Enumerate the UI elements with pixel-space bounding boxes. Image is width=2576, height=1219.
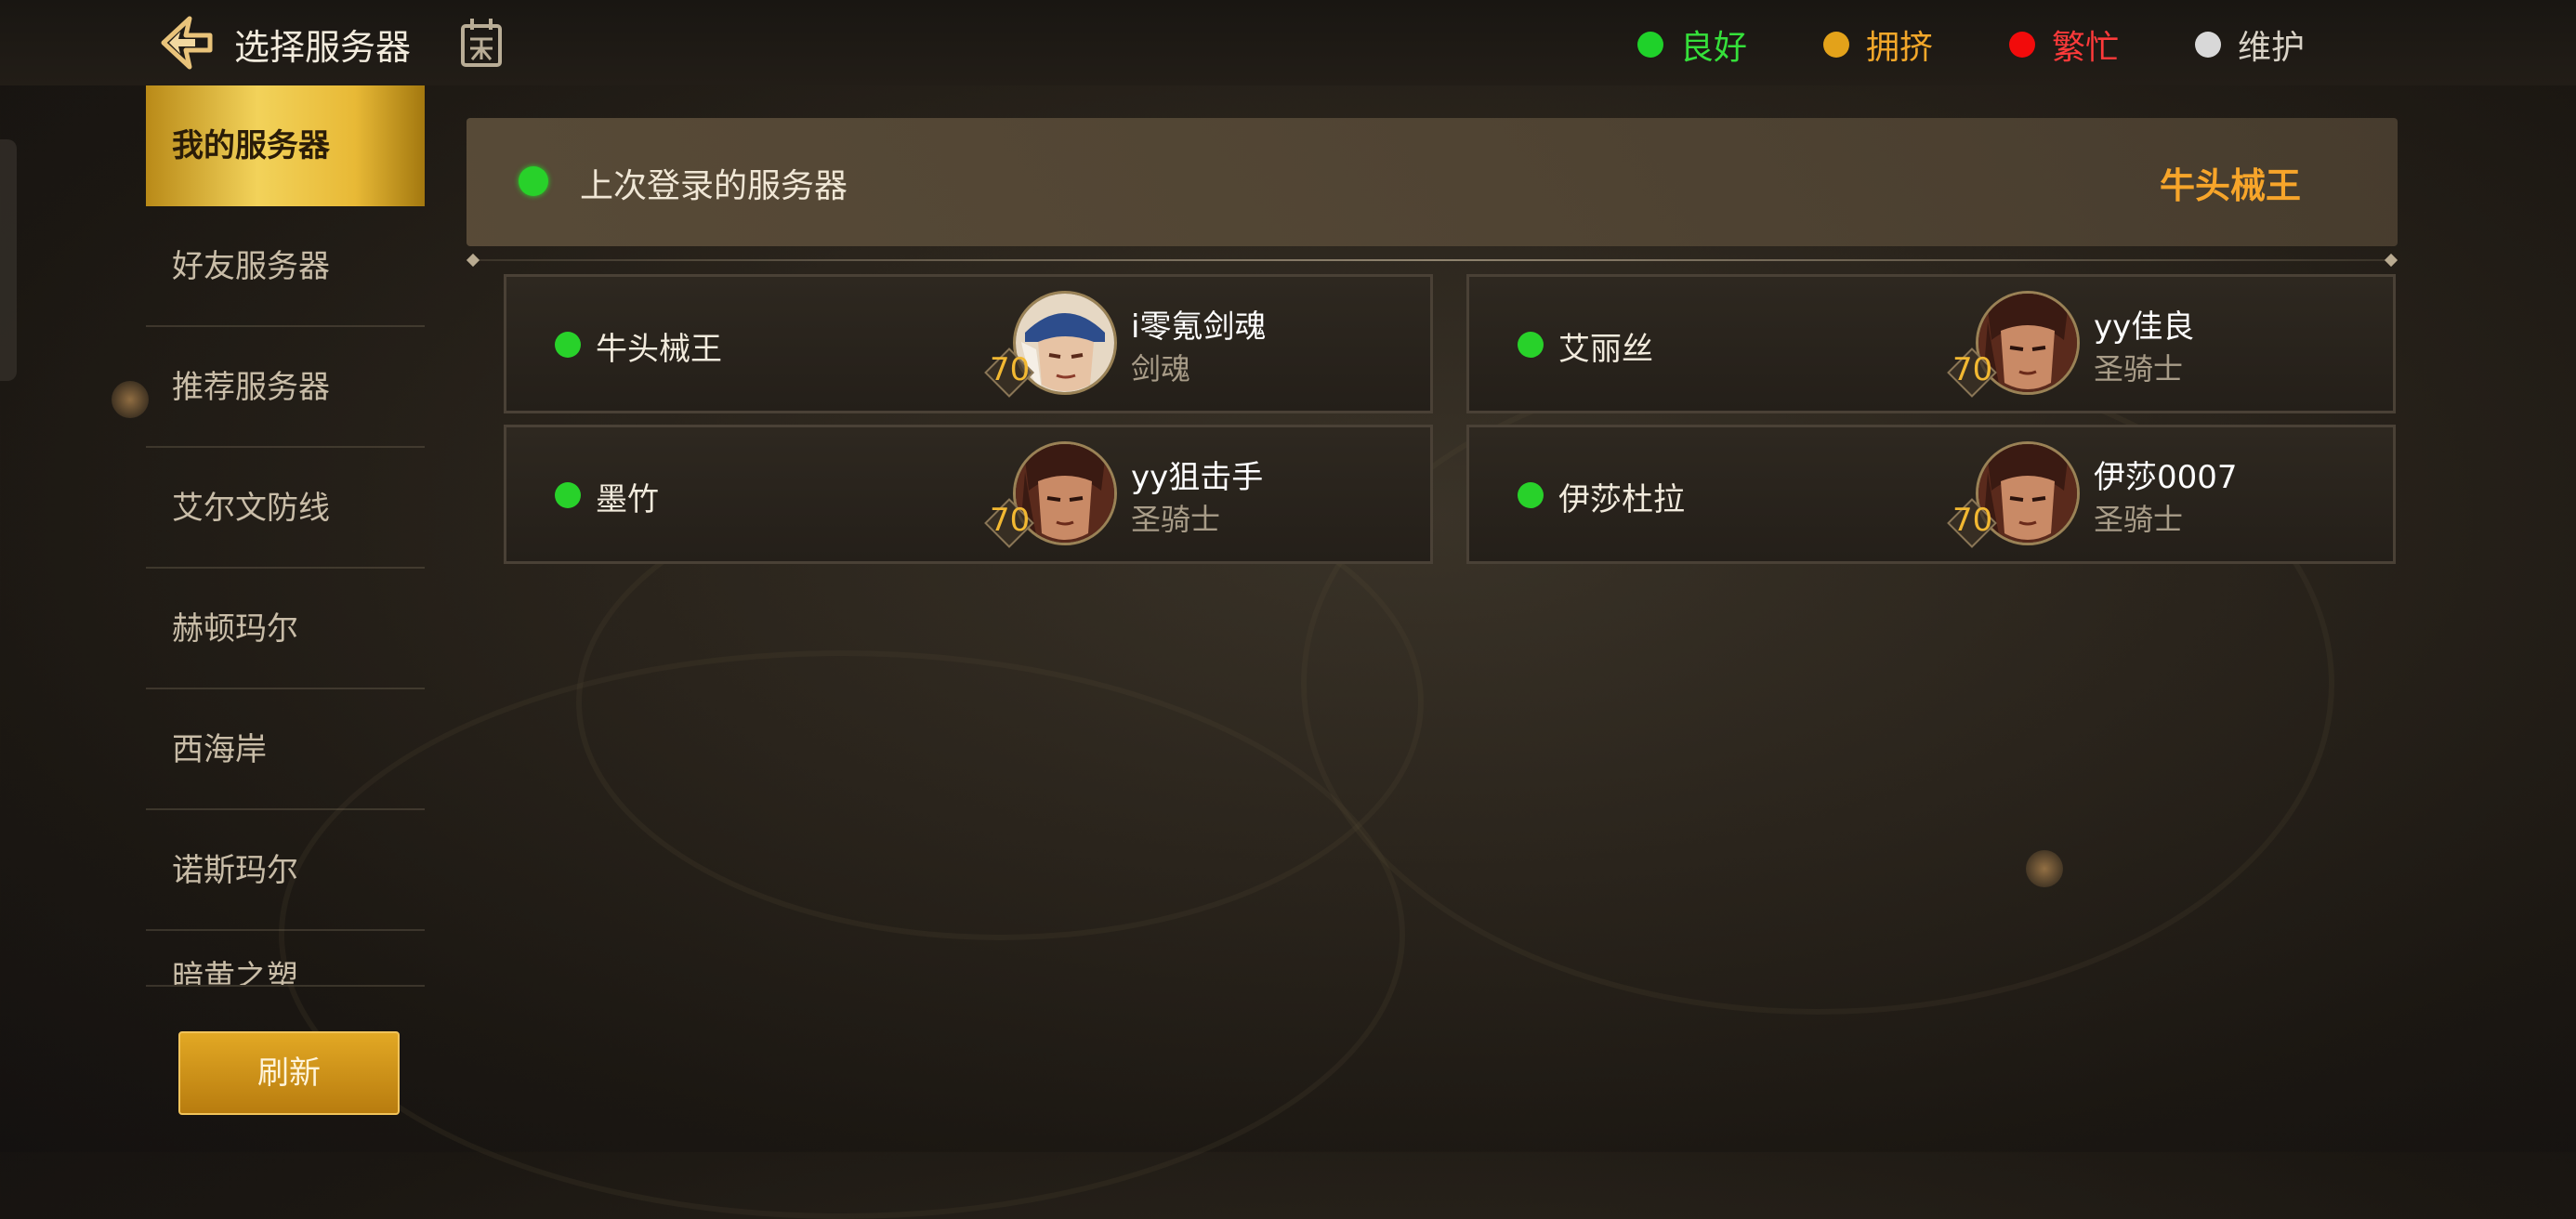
sidebar-item-recommended[interactable]: 推荐服务器: [146, 327, 425, 448]
status-dot-icon: [2195, 32, 2221, 58]
server-card[interactable]: 艾丽丝 70 yy佳良 圣骑士: [1466, 274, 2396, 413]
character-class: 圣骑士: [1131, 502, 1221, 537]
sidebar-item-label: 推荐服务器: [172, 369, 330, 406]
background-vine: [279, 650, 1405, 1219]
status-dot-icon: [1823, 32, 1849, 58]
level-value: 70: [990, 351, 1031, 388]
legend-label: 维护: [2238, 29, 2306, 67]
legend-crowded: 拥挤: [1823, 20, 1933, 69]
divider-cap: [466, 253, 480, 268]
character-level-badge: 70: [1947, 347, 2006, 398]
server-card[interactable]: 墨竹 70 yy狙击手 圣骑士: [504, 425, 1433, 564]
character-name: i零氪剑魂: [1131, 308, 1267, 346]
sidebar-item-label: 诺斯玛尔: [172, 852, 298, 889]
server-name: 牛头械王: [596, 331, 722, 368]
status-dot-icon: [2009, 32, 2035, 58]
sidebar-item-my-servers[interactable]: 我的服务器: [146, 85, 425, 206]
level-value: 70: [1952, 351, 1993, 388]
character-class: 剑魂: [1131, 351, 1191, 387]
sidebar-item-label: 我的服务器: [172, 127, 330, 164]
server-name: 伊莎杜拉: [1558, 481, 1685, 518]
legend-label: 良好: [1680, 29, 1748, 67]
page-title: 选择服务器: [234, 27, 412, 68]
level-value: 70: [1952, 502, 1993, 539]
character-name: 伊莎0007: [2094, 459, 2238, 496]
server-name: 墨竹: [596, 481, 659, 518]
level-value: 70: [990, 502, 1031, 539]
character-class: 圣骑士: [2094, 502, 2184, 537]
last-login-server: 牛头械王: [2159, 165, 2301, 206]
status-dot-icon: [1518, 332, 1544, 358]
sidebar-item-norsmar[interactable]: 诺斯玛尔: [146, 810, 425, 931]
legend-label: 繁忙: [2052, 29, 2120, 67]
sidebar-item-partial[interactable]: 暗黄之塑: [146, 931, 425, 987]
legend-good: 良好: [1637, 20, 1747, 69]
character-level-badge: 70: [984, 347, 1044, 398]
background-glow: [112, 381, 149, 418]
status-dot-icon: [519, 166, 548, 196]
edge-handle: [0, 139, 17, 381]
last-login-bar[interactable]: 上次登录的服务器 牛头械王: [467, 118, 2398, 246]
sidebar-item-label: 好友服务器: [172, 248, 330, 285]
server-category-sidebar: 我的服务器 好友服务器 推荐服务器 艾尔文防线 赫顿玛尔 西海岸 诺斯玛尔 暗黄…: [146, 85, 425, 996]
character-level-badge: 70: [984, 498, 1044, 548]
status-dot-icon: [1518, 482, 1544, 508]
back-button[interactable]: [158, 13, 217, 72]
server-name: 艾丽丝: [1558, 331, 1653, 368]
character-level-badge: 70: [1947, 498, 2006, 548]
character-name: yy狙击手: [1131, 459, 1264, 496]
status-dot-icon: [555, 482, 581, 508]
status-dot-icon: [555, 332, 581, 358]
calendar-icon[interactable]: [459, 17, 504, 69]
back-arrow-icon: [161, 16, 213, 70]
character-name: yy佳良: [2094, 308, 2195, 346]
sidebar-item-elvin[interactable]: 艾尔文防线: [146, 448, 425, 569]
sidebar-item-hendon-myre[interactable]: 赫顿玛尔: [146, 569, 425, 689]
background-glow: [2026, 850, 2063, 887]
sidebar-item-label: 赫顿玛尔: [172, 610, 298, 648]
character-class: 圣骑士: [2094, 351, 2184, 387]
sidebar-item-label: 暗黄之塑: [172, 959, 298, 987]
sidebar-item-west-coast[interactable]: 西海岸: [146, 689, 425, 810]
legend-maintenance: 维护: [2195, 20, 2305, 69]
sidebar-item-label: 艾尔文防线: [172, 490, 330, 527]
legend-busy: 繁忙: [2009, 20, 2119, 69]
top-bar: 选择服务器 良好 拥挤 繁忙 维护: [0, 0, 2576, 85]
server-card[interactable]: 牛头械王 70 i零氪剑魂 剑魂: [504, 274, 1433, 413]
sidebar-item-friend-servers[interactable]: 好友服务器: [146, 206, 425, 327]
divider: [466, 253, 2399, 268]
server-card[interactable]: 伊莎杜拉 70 伊莎0007 圣骑士: [1466, 425, 2396, 564]
refresh-button[interactable]: 刷新: [178, 1031, 400, 1115]
divider-cap: [2384, 253, 2399, 268]
status-dot-icon: [1637, 32, 1663, 58]
sidebar-item-label: 西海岸: [172, 731, 267, 768]
legend-label: 拥挤: [1866, 29, 1934, 67]
last-login-label: 上次登录的服务器: [580, 167, 848, 205]
